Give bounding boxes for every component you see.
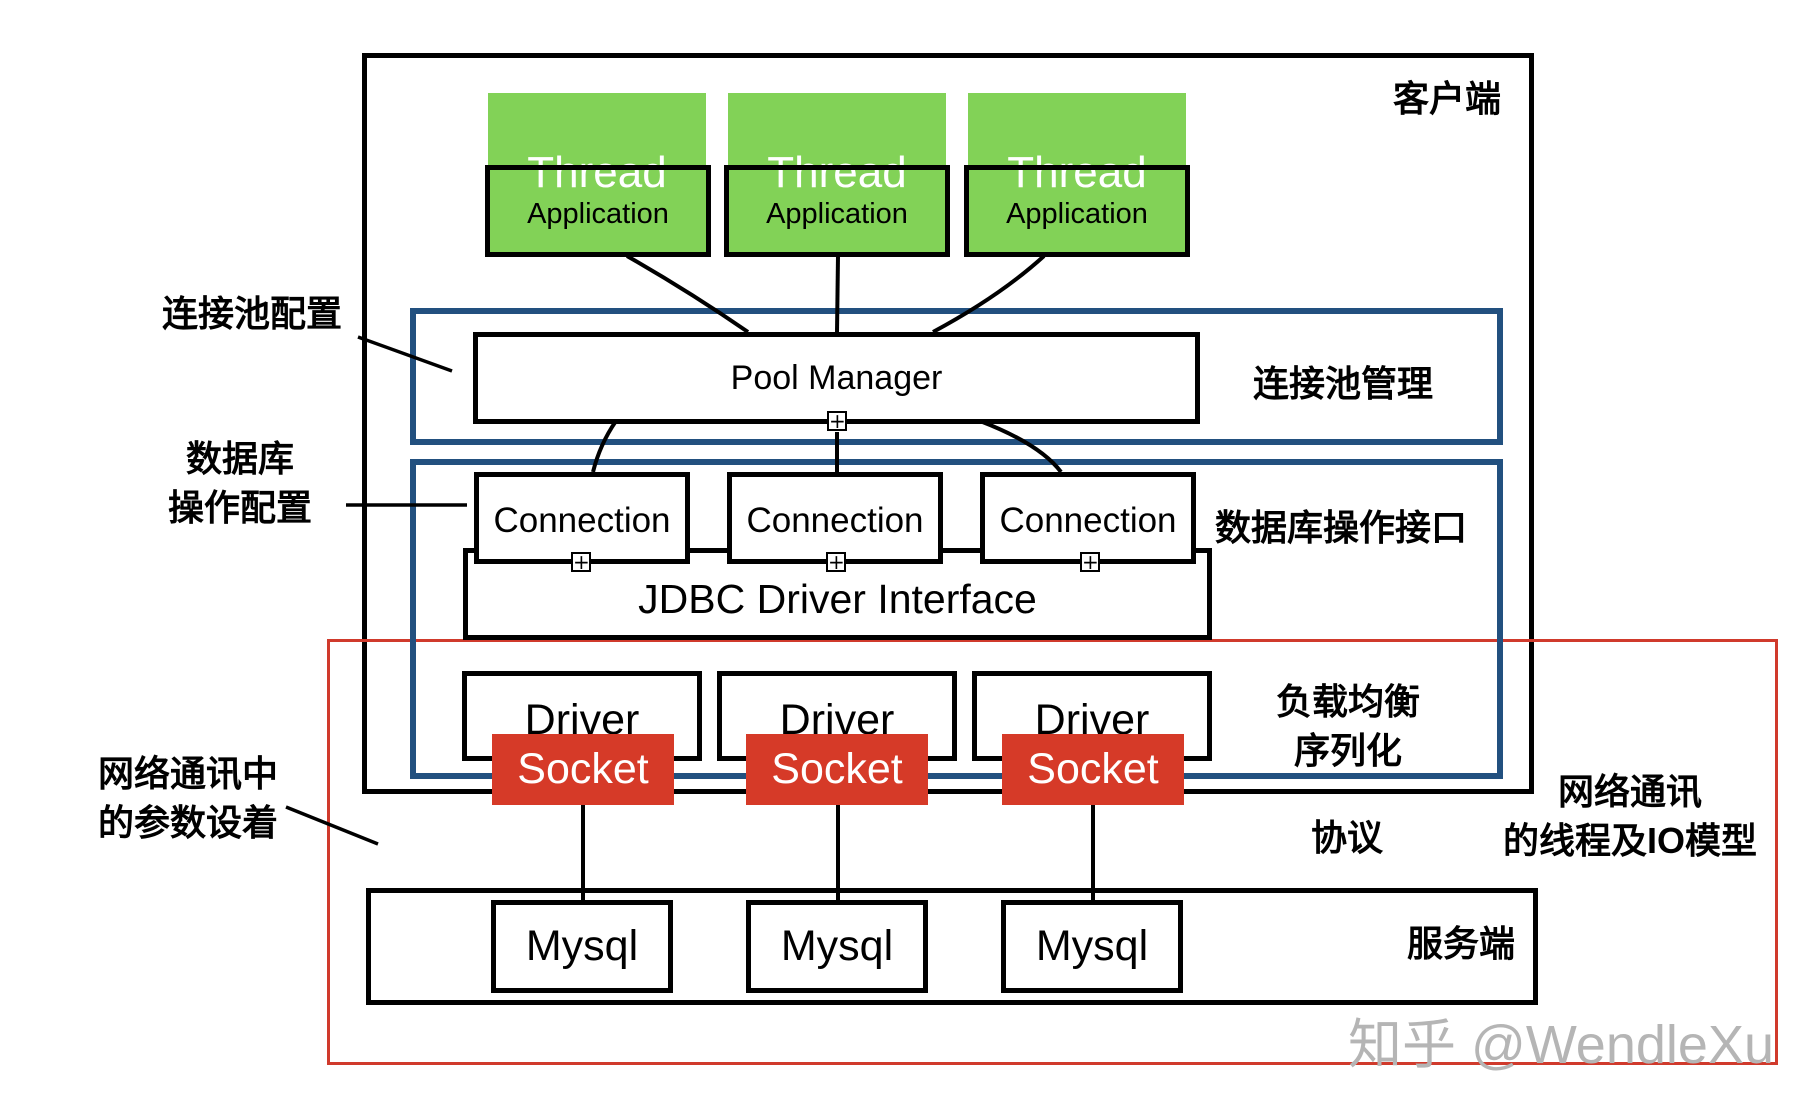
socket-label: Socket bbox=[771, 745, 903, 793]
mysql-box-1[interactable]: Mysql bbox=[491, 900, 673, 993]
application-label: Application bbox=[766, 197, 908, 230]
expand-icon[interactable]: + bbox=[1080, 552, 1100, 572]
application-label: Application bbox=[1006, 197, 1148, 230]
network-params-annotation: 网络通讯中 的参数设着 bbox=[98, 750, 278, 847]
pool-management-label: 连接池管理 bbox=[1253, 363, 1434, 404]
mysql-label: Mysql bbox=[1035, 922, 1149, 970]
pool-manager-label: Pool Manager bbox=[730, 358, 943, 397]
connector-app3-pool bbox=[932, 254, 1046, 334]
mysql-box-3[interactable]: Mysql bbox=[1001, 900, 1183, 993]
server-label: 服务端 bbox=[1407, 923, 1516, 964]
application-box-3[interactable]: Application bbox=[964, 165, 1190, 257]
network-io-line-2: 的线程及IO模型 bbox=[1502, 819, 1757, 861]
mysql-label: Mysql bbox=[780, 922, 894, 970]
mysql-box-2[interactable]: Mysql bbox=[746, 900, 928, 993]
jdbc-label: JDBC Driver Interface bbox=[638, 576, 1037, 622]
expand-icon[interactable]: + bbox=[827, 411, 847, 431]
pool-config-annotation: 连接池配置 bbox=[162, 293, 343, 334]
pointer-pool-config bbox=[357, 335, 453, 373]
application-label: Application bbox=[527, 197, 669, 230]
load-balance-line-2: 序列化 bbox=[1293, 729, 1402, 771]
network-params-line-2: 的参数设着 bbox=[98, 801, 279, 843]
protocol-label: 协议 bbox=[1311, 817, 1384, 858]
connection-label: Connection bbox=[746, 501, 924, 540]
connection-label: Connection bbox=[493, 501, 671, 540]
socket-box-3[interactable]: Socket bbox=[1002, 734, 1184, 805]
load-balance-line-1: 负载均衡 bbox=[1275, 681, 1420, 722]
db-op-config-line-1: 数据库 bbox=[185, 438, 294, 479]
socket-label: Socket bbox=[1027, 745, 1159, 793]
expand-icon[interactable]: + bbox=[571, 552, 591, 572]
connector-app2-pool bbox=[835, 255, 840, 333]
pointer-network-params bbox=[285, 805, 379, 846]
connector-app1-pool bbox=[626, 254, 750, 334]
db-op-config-annotation: 数据库 操作配置 bbox=[160, 435, 320, 532]
mysql-label: Mysql bbox=[525, 922, 639, 970]
network-io-label: 网络通讯 的线程及IO模型 bbox=[1480, 768, 1780, 865]
network-params-line-1: 网络通讯中 bbox=[98, 753, 279, 794]
socket-box-1[interactable]: Socket bbox=[492, 734, 674, 805]
network-io-line-1: 网络通讯 bbox=[1557, 771, 1702, 812]
application-box-2[interactable]: Application bbox=[724, 165, 950, 257]
application-box-1[interactable]: Application bbox=[485, 165, 711, 257]
expand-icon[interactable]: + bbox=[826, 552, 846, 572]
db-op-config-line-2: 操作配置 bbox=[167, 486, 312, 528]
client-label: 客户端 bbox=[1393, 78, 1502, 119]
load-balance-label: 负载均衡 序列化 bbox=[1268, 678, 1428, 775]
watermark: 知乎 @WendleXu bbox=[1348, 1015, 1774, 1075]
connection-label: Connection bbox=[999, 501, 1177, 540]
socket-box-2[interactable]: Socket bbox=[746, 734, 928, 805]
socket-label: Socket bbox=[517, 745, 649, 793]
db-interface-label: 数据库操作接口 bbox=[1215, 507, 1468, 548]
connector-pool-conn3 bbox=[979, 419, 1063, 474]
connector-pool-conn1 bbox=[591, 419, 618, 473]
